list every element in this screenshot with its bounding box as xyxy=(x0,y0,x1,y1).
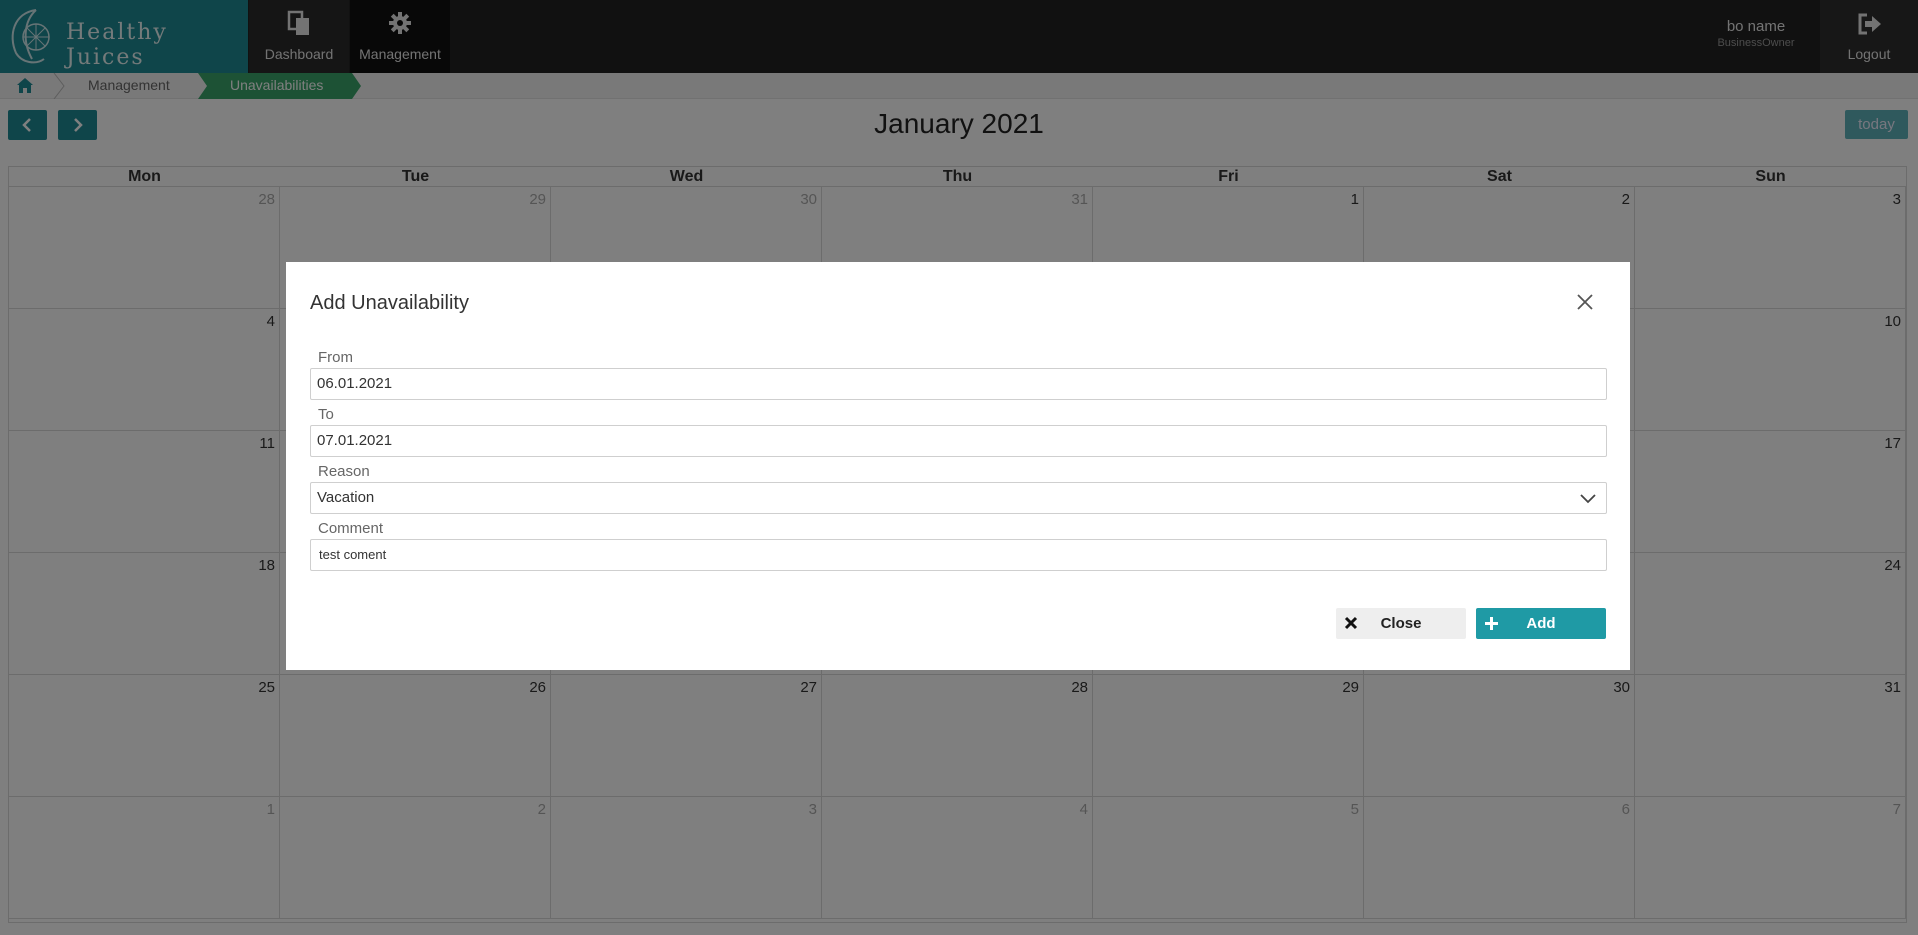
dialog-title: Add Unavailability xyxy=(310,292,469,314)
to-date-field[interactable]: 07.01.2021 xyxy=(310,425,1607,457)
from-label: From xyxy=(318,349,353,366)
to-label: To xyxy=(318,406,334,423)
from-date-field[interactable]: 06.01.2021 xyxy=(310,368,1607,400)
reason-select[interactable]: Vacation xyxy=(310,482,1607,514)
reason-selected-value: Vacation xyxy=(317,489,375,506)
close-button-label: Close xyxy=(1380,615,1422,632)
add-button-label: Add xyxy=(1526,615,1556,632)
close-button[interactable]: Close xyxy=(1336,608,1466,639)
add-unavailability-dialog: Add Unavailability From 06.01.2021 To 07… xyxy=(286,262,1630,670)
add-button[interactable]: Add xyxy=(1476,608,1606,639)
comment-field[interactable]: test coment xyxy=(310,539,1607,571)
comment-label: Comment xyxy=(318,520,384,537)
chevron-down-icon xyxy=(1580,494,1596,504)
close-icon[interactable] xyxy=(1576,293,1594,311)
reason-label: Reason xyxy=(318,463,370,480)
